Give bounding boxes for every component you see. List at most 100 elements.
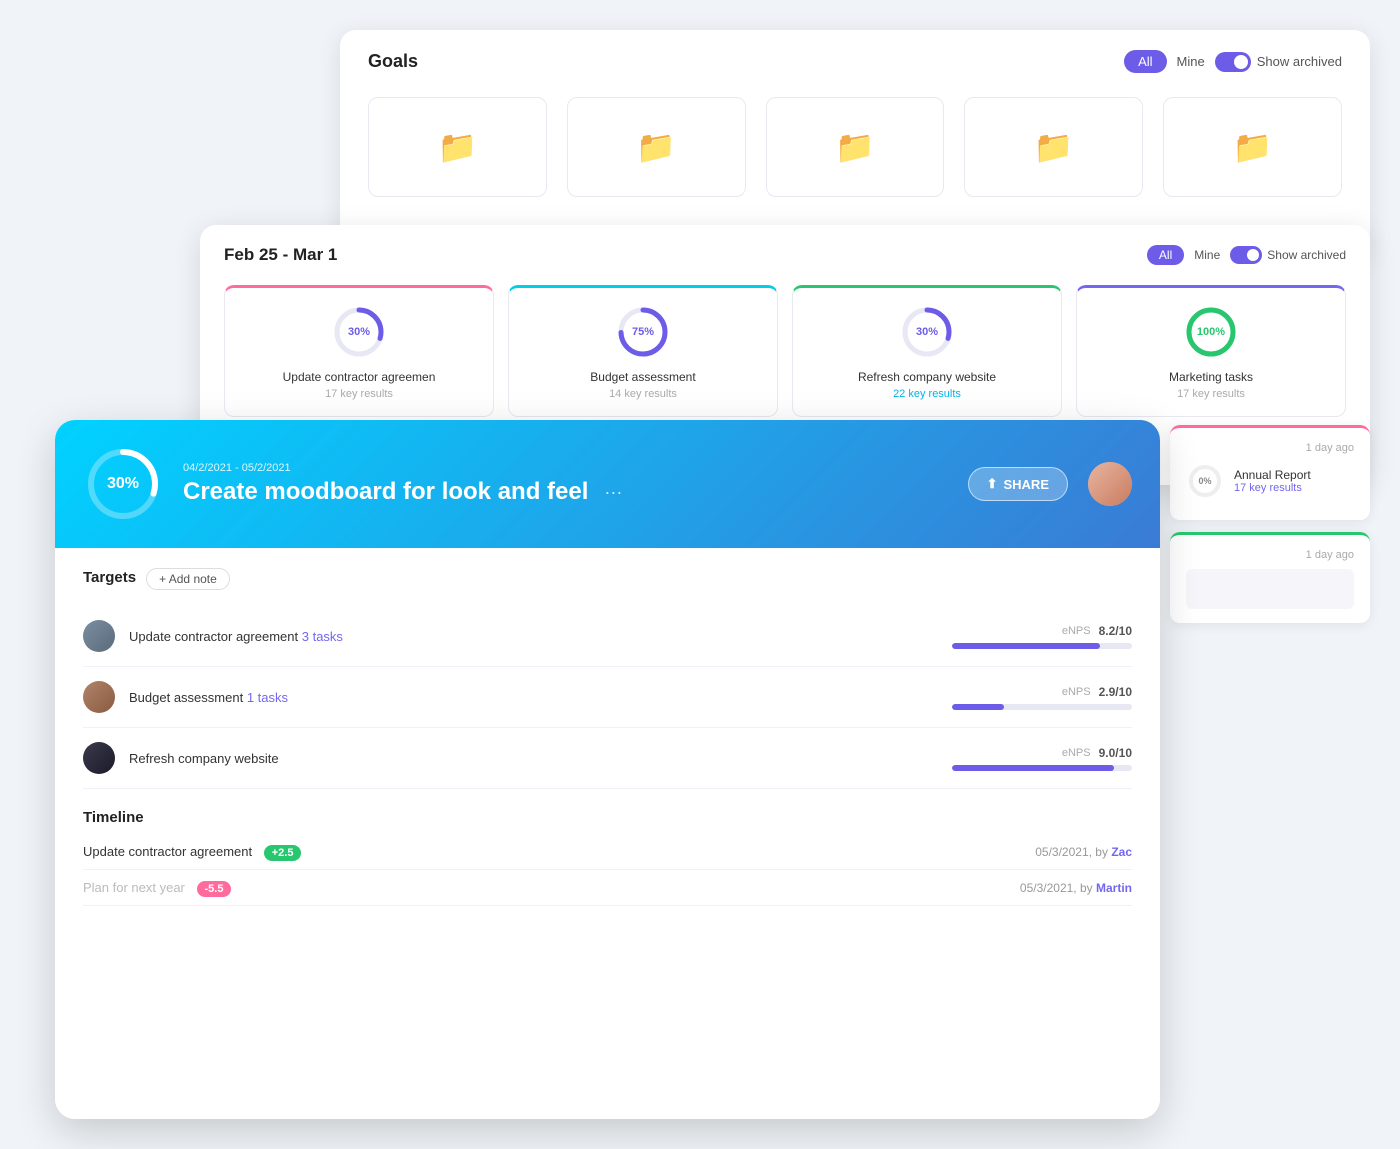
folder-icon: 📁 <box>835 128 875 166</box>
goal-cards: 30% Update contractor agreemen 17 key re… <box>224 285 1346 417</box>
metric-label-1: eNPS <box>1062 625 1091 637</box>
timeline-title: Timeline <box>83 809 1132 826</box>
target-metric-3: eNPS 9.0/10 <box>932 746 1132 771</box>
progress-fill-2 <box>952 704 1004 710</box>
goals-header: Goals All Mine Show archived <box>368 50 1342 73</box>
weekly-archived-label: Show archived <box>1267 248 1346 262</box>
header-date: 04/2/2021 - 05/2/2021 <box>183 462 948 474</box>
timeline-date-1: 05/3/2021, by Zac <box>1035 845 1132 859</box>
goals-title: Goals <box>368 51 418 72</box>
timeline-badge-1: +2.5 <box>264 845 302 861</box>
main-detail-card: 30% 04/2/2021 - 05/2/2021 Create moodboa… <box>55 420 1160 1119</box>
target-name-3: Refresh company website <box>129 751 932 766</box>
ring-2: 75% <box>615 304 671 360</box>
goals-folders: 📁 📁 📁 📁 📁 <box>368 97 1342 197</box>
weekly-archived-toggle[interactable]: Show archived <box>1230 246 1346 264</box>
goals-show-archived-label: Show archived <box>1257 54 1342 69</box>
main-percent-label: 30% <box>107 475 139 493</box>
weekly-header: Feb 25 - Mar 1 All Mine Show archived <box>224 245 1346 265</box>
card-name-2: Budget assessment <box>590 370 695 384</box>
target-row-3: Refresh company website eNPS 9.0/10 <box>83 728 1132 789</box>
timeline-item-2: Plan for next year -5.5 05/3/2021, by Ma… <box>83 870 1132 906</box>
folder-icon: 📁 <box>1034 128 1074 166</box>
metric-value-3: 9.0/10 <box>1099 746 1132 760</box>
avatar-image <box>1088 462 1132 506</box>
header-title: Create moodboard for look and feel <box>183 478 588 506</box>
mini-card-1-time: 1 day ago <box>1186 442 1354 454</box>
main-card-header: 30% 04/2/2021 - 05/2/2021 Create moodboa… <box>55 420 1160 548</box>
card-name-4: Marketing tasks <box>1169 370 1253 384</box>
goals-all-button[interactable]: All <box>1124 50 1166 73</box>
folder-item[interactable]: 📁 <box>1163 97 1342 197</box>
ring-label-1: 30% <box>348 326 370 338</box>
goals-toggle[interactable] <box>1215 52 1251 72</box>
weekly-toggle[interactable] <box>1230 246 1262 264</box>
goal-card-1[interactable]: 30% Update contractor agreemen 17 key re… <box>224 285 494 417</box>
weekly-title: Feb 25 - Mar 1 <box>224 245 337 265</box>
progress-fill-1 <box>952 643 1100 649</box>
avatar <box>1088 462 1132 506</box>
timeline-item-1: Update contractor agreement +2.5 05/3/20… <box>83 834 1132 870</box>
mini-ring-1: 0% Annual Report 17 key results <box>1186 462 1354 500</box>
mini-card-1[interactable]: 1 day ago 0% Annual Report 17 key result… <box>1170 425 1370 520</box>
share-label: SHARE <box>1003 477 1049 492</box>
goal-card-3[interactable]: 30% Refresh company website 22 key resul… <box>792 285 1062 417</box>
folder-icon: 📁 <box>636 128 676 166</box>
goals-mine-button[interactable]: Mine <box>1177 54 1205 69</box>
target-row-2: Budget assessment 1 tasks eNPS 2.9/10 <box>83 667 1132 728</box>
card-sub-1: 17 key results <box>325 388 393 400</box>
metric-label-2: eNPS <box>1062 686 1091 698</box>
target-metric-2: eNPS 2.9/10 <box>932 685 1132 710</box>
goals-show-archived-toggle[interactable]: Show archived <box>1215 52 1342 72</box>
target-tasks-1[interactable]: 3 tasks <box>302 629 343 644</box>
targets-title: Targets <box>83 569 136 586</box>
main-card-body: Targets + Add note Update contractor agr… <box>55 548 1160 1119</box>
folder-item[interactable]: 📁 <box>567 97 746 197</box>
target-metric-1: eNPS 8.2/10 <box>932 624 1132 649</box>
weekly-mine-button[interactable]: Mine <box>1194 248 1220 262</box>
timeline-section: Timeline Update contractor agreement +2.… <box>83 809 1132 906</box>
folder-item[interactable]: 📁 <box>368 97 547 197</box>
timeline-by-1: Zac <box>1111 845 1132 859</box>
card-name-1: Update contractor agreemen <box>283 370 436 384</box>
target-name-1: Update contractor agreement 3 tasks <box>129 629 932 644</box>
target-tasks-2[interactable]: 1 tasks <box>247 690 288 705</box>
folder-item[interactable]: 📁 <box>766 97 945 197</box>
card-name-3: Refresh company website <box>858 370 996 384</box>
metric-label-3: eNPS <box>1062 747 1091 759</box>
progress-bar-3 <box>952 765 1132 771</box>
folder-icon: 📁 <box>437 128 477 166</box>
weekly-controls: All Mine Show archived <box>1147 245 1346 265</box>
main-progress-ring: 30% <box>83 444 163 524</box>
right-panel: 1 day ago 0% Annual Report 17 key result… <box>1170 425 1370 635</box>
mini-card-2-time: 1 day ago <box>1186 549 1354 561</box>
metric-value-1: 8.2/10 <box>1099 624 1132 638</box>
card-sub-3: 22 key results <box>893 388 961 400</box>
ring-label-3: 30% <box>916 326 938 338</box>
folder-item[interactable]: 📁 <box>964 97 1143 197</box>
card-sub-4: 17 key results <box>1177 388 1245 400</box>
folder-icon: 📁 <box>1233 128 1273 166</box>
targets-header: Targets + Add note <box>83 568 1132 590</box>
mini-card-1-name: Annual Report <box>1234 468 1311 482</box>
goal-card-2[interactable]: 75% Budget assessment 14 key results <box>508 285 778 417</box>
add-note-button[interactable]: + Add note <box>146 568 230 590</box>
more-options-icon[interactable]: ··· <box>604 482 622 503</box>
share-icon: ⬆ <box>987 476 998 492</box>
weekly-all-button[interactable]: All <box>1147 245 1184 265</box>
mini-card-1-sub: 17 key results <box>1234 482 1311 494</box>
target-avatar-1 <box>83 620 115 652</box>
ring-4: 100% <box>1183 304 1239 360</box>
header-text: 04/2/2021 - 05/2/2021 Create moodboard f… <box>183 462 948 506</box>
goal-card-4[interactable]: 100% Marketing tasks 17 key results <box>1076 285 1346 417</box>
progress-bar-2 <box>952 704 1132 710</box>
target-name-2: Budget assessment 1 tasks <box>129 690 932 705</box>
target-avatar-3 <box>83 742 115 774</box>
ring-1: 30% <box>331 304 387 360</box>
progress-fill-3 <box>952 765 1114 771</box>
ring-label-4: 100% <box>1197 326 1225 338</box>
timeline-badge-2: -5.5 <box>197 881 232 897</box>
metric-value-2: 2.9/10 <box>1099 685 1132 699</box>
mini-card-2[interactable]: 1 day ago <box>1170 532 1370 623</box>
share-button[interactable]: ⬆ SHARE <box>968 467 1068 501</box>
